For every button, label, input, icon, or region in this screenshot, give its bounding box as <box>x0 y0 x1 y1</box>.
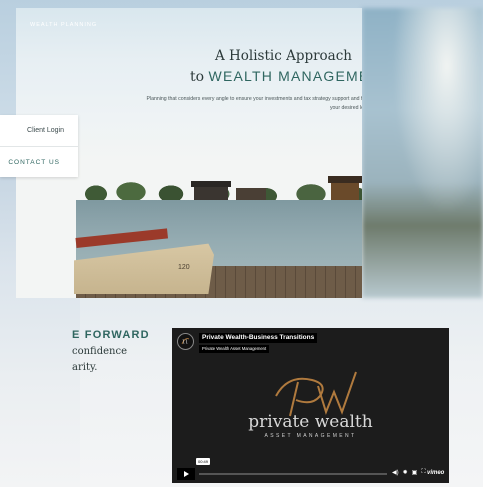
photo-cabin <box>191 181 231 200</box>
hero-title-accent: WEALTH MANAGEMENT. <box>208 68 362 84</box>
pip-icon[interactable]: ▣ <box>412 469 418 476</box>
photo-cabin <box>328 176 362 200</box>
progress-bar[interactable] <box>199 473 387 475</box>
video-controls: 00:49 ◀) ✹ ▣ ⛶ vimeo <box>172 458 449 483</box>
time-tooltip: 00:49 <box>196 458 211 465</box>
section-text-line: arity. <box>72 362 98 373</box>
hero-subtitle: Planning that considers every angle to e… <box>146 96 362 111</box>
hero-title-line2: to WEALTH MANAGEMENT. <box>16 68 362 85</box>
fullscreen-icon[interactable]: ⛶ <box>421 469 425 476</box>
pw-monogram-icon <box>275 371 357 417</box>
photo-cabin <box>236 188 266 200</box>
vimeo-logo[interactable]: vimeo <box>427 470 444 476</box>
section-text-line: confidence <box>72 346 128 357</box>
play-icon <box>183 471 189 477</box>
video-channel[interactable]: Private Wealth Asset Management <box>199 345 270 353</box>
settings-icon[interactable]: ✹ <box>403 469 408 476</box>
volume-icon[interactable]: ◀) <box>392 469 399 476</box>
control-icons: ◀) ✹ ▣ ⛶ <box>392 469 426 476</box>
section-heading: E FORWARD <box>72 329 150 341</box>
client-login-link[interactable]: Client Login <box>0 115 78 147</box>
video-title[interactable]: Private Wealth-Business Transitions <box>199 333 318 343</box>
hero-title-prefix: to <box>190 69 205 85</box>
hero-title-line1: A Holistic Approach <box>214 48 352 64</box>
brand-tagline: ASSET MANAGEMENT <box>264 433 357 439</box>
channel-logo-icon[interactable] <box>177 333 194 350</box>
hero-photo: 120 <box>16 158 362 298</box>
video-player[interactable]: Private Wealth-Business Transitions Priv… <box>172 328 449 483</box>
background-blurred-photo <box>362 8 483 298</box>
contact-us-link[interactable]: CONTACT US <box>0 147 78 177</box>
hero-eyebrow: WEALTH PLANNING <box>30 22 98 28</box>
photo-bench-number: 120 <box>178 264 190 271</box>
brand-name: private wealth <box>248 412 373 432</box>
floating-menu: Client Login CONTACT US <box>0 115 78 177</box>
play-button[interactable] <box>177 468 195 480</box>
